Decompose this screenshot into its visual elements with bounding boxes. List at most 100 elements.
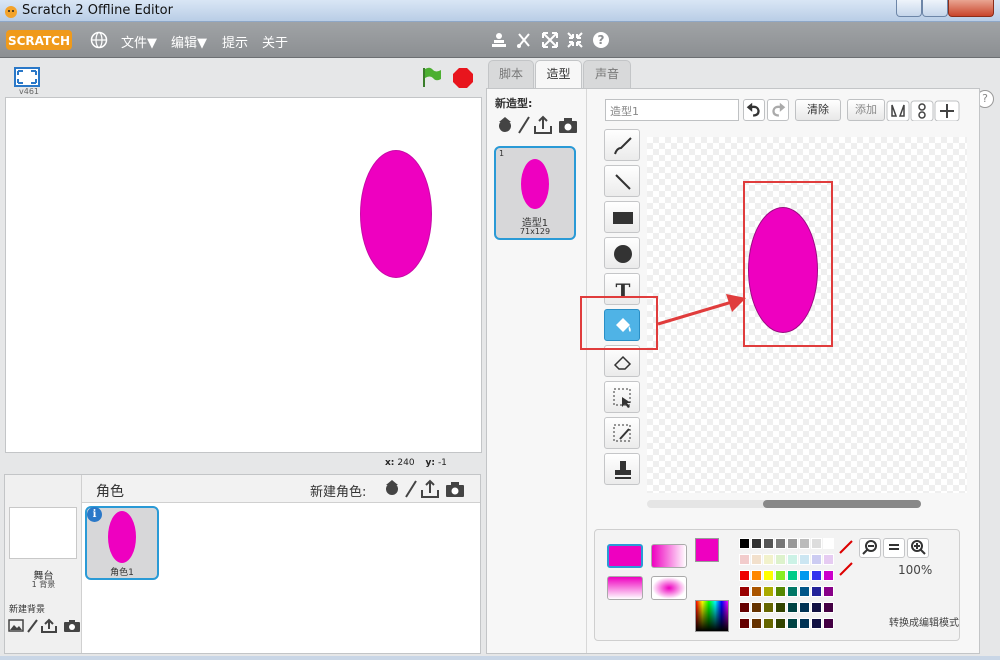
language-globe-icon[interactable]	[90, 31, 108, 49]
palette-swatch[interactable]	[787, 618, 798, 629]
palette-swatch[interactable]	[763, 586, 774, 597]
palette-swatch[interactable]	[823, 554, 834, 565]
palette-swatch[interactable]	[751, 602, 762, 613]
primary-color-swatch[interactable]	[695, 538, 719, 562]
ellipse-tool[interactable]	[604, 237, 640, 269]
zoom-reset-button[interactable]	[883, 538, 905, 558]
set-center-icon[interactable]	[934, 100, 960, 121]
palette-swatch[interactable]	[811, 602, 822, 613]
palette-swatch[interactable]	[823, 538, 834, 549]
palette-swatch[interactable]	[799, 586, 810, 597]
line-tool[interactable]	[604, 165, 640, 197]
no-color-icon-2[interactable]	[839, 562, 853, 576]
palette-swatch[interactable]	[799, 570, 810, 581]
remove-background-tool[interactable]	[604, 417, 640, 449]
maximize-button[interactable]	[922, 0, 948, 17]
fill-solid-option[interactable]	[607, 544, 643, 568]
palette-swatch[interactable]	[823, 570, 834, 581]
camera-costume-icon[interactable]	[559, 118, 577, 133]
palette-swatch[interactable]	[751, 554, 762, 565]
green-flag-icon[interactable]	[420, 66, 442, 88]
add-button[interactable]: 添加	[847, 99, 885, 121]
delete-scissors-icon[interactable]	[515, 31, 533, 49]
palette-swatch[interactable]	[775, 618, 786, 629]
menu-tips[interactable]: 提示	[222, 32, 248, 51]
help-circle-icon[interactable]: ?	[592, 31, 610, 49]
upload-costume-icon[interactable]	[534, 115, 552, 134]
palette-swatch[interactable]	[823, 602, 834, 613]
menu-edit[interactable]: 编辑▼	[171, 32, 207, 51]
palette-swatch[interactable]	[739, 538, 750, 549]
palette-swatch[interactable]	[751, 618, 762, 629]
stop-sign-icon[interactable]	[452, 67, 474, 89]
palette-swatch[interactable]	[811, 618, 822, 629]
no-color-icon[interactable]	[839, 540, 853, 554]
paint-brush-icon[interactable]	[27, 619, 38, 633]
palette-swatch[interactable]	[823, 586, 834, 597]
palette-swatch[interactable]	[823, 618, 834, 629]
close-window-button[interactable]	[948, 0, 994, 17]
tab-costumes[interactable]: 造型	[535, 60, 582, 90]
undo-icon[interactable]	[743, 99, 765, 121]
select-tool[interactable]	[604, 381, 640, 413]
palette-swatch[interactable]	[799, 618, 810, 629]
palette-swatch[interactable]	[739, 586, 750, 597]
palette-swatch[interactable]	[751, 538, 762, 549]
stage-thumbnail[interactable]	[9, 507, 77, 559]
menu-about[interactable]: 关于	[262, 32, 288, 51]
palette-swatch[interactable]	[763, 538, 774, 549]
scrollbar-thumb[interactable]	[763, 500, 921, 508]
duplicate-stamp-icon[interactable]	[490, 31, 508, 49]
palette-swatch[interactable]	[751, 570, 762, 581]
palette-swatch[interactable]	[739, 570, 750, 581]
palette-swatch[interactable]	[811, 586, 822, 597]
sprite-info-icon[interactable]: i	[87, 507, 102, 522]
flip-vertical-icon[interactable]	[910, 100, 934, 121]
shrink-icon[interactable]	[566, 31, 584, 49]
clear-button[interactable]: 清除	[795, 99, 841, 121]
palette-swatch[interactable]	[787, 602, 798, 613]
upload-icon[interactable]	[41, 618, 57, 633]
canvas-horizontal-scrollbar[interactable]	[647, 500, 921, 508]
palette-swatch[interactable]	[775, 538, 786, 549]
flip-horizontal-icon[interactable]	[886, 100, 910, 121]
redo-icon[interactable]	[767, 99, 789, 121]
palette-swatch[interactable]	[739, 618, 750, 629]
camera-sprite-icon[interactable]	[446, 482, 464, 497]
palette-swatch[interactable]	[775, 586, 786, 597]
fill-vertical-gradient-option[interactable]	[607, 576, 643, 600]
palette-swatch[interactable]	[775, 602, 786, 613]
palette-swatch[interactable]	[811, 570, 822, 581]
zoom-out-button[interactable]	[859, 538, 881, 558]
brush-tool[interactable]	[604, 129, 640, 161]
stage-sprite-oval[interactable]	[360, 150, 432, 278]
zoom-in-button[interactable]	[907, 538, 929, 558]
palette-swatch[interactable]	[811, 554, 822, 565]
stamp-tool[interactable]	[604, 453, 640, 485]
grow-icon[interactable]	[541, 31, 559, 49]
tab-scripts[interactable]: 脚本	[488, 60, 534, 88]
fill-horizontal-gradient-option[interactable]	[651, 544, 687, 568]
costume-thumbnail[interactable]: 1 造型1 71x129	[494, 146, 576, 240]
costume-name-input[interactable]: 造型1	[605, 99, 739, 121]
palette-swatch[interactable]	[763, 554, 774, 565]
minimize-button[interactable]	[896, 0, 922, 17]
palette-swatch[interactable]	[775, 554, 786, 565]
rectangle-tool[interactable]	[604, 201, 640, 233]
fullscreen-icon[interactable]	[14, 67, 40, 87]
palette-swatch[interactable]	[787, 586, 798, 597]
palette-swatch[interactable]	[799, 538, 810, 549]
palette-swatch[interactable]	[763, 570, 774, 581]
tab-sounds[interactable]: 声音	[583, 60, 631, 88]
paint-new-sprite-icon[interactable]	[405, 480, 417, 498]
palette-swatch[interactable]	[787, 570, 798, 581]
convert-mode-button[interactable]: 转换成编辑模式	[889, 614, 959, 629]
camera-icon[interactable]	[64, 620, 80, 632]
color-spectrum-picker[interactable]	[695, 600, 729, 632]
palette-swatch[interactable]	[739, 602, 750, 613]
palette-swatch[interactable]	[799, 554, 810, 565]
palette-swatch[interactable]	[739, 554, 750, 565]
costume-library-icon[interactable]	[499, 117, 511, 132]
palette-swatch[interactable]	[751, 586, 762, 597]
upload-sprite-icon[interactable]	[421, 479, 439, 498]
